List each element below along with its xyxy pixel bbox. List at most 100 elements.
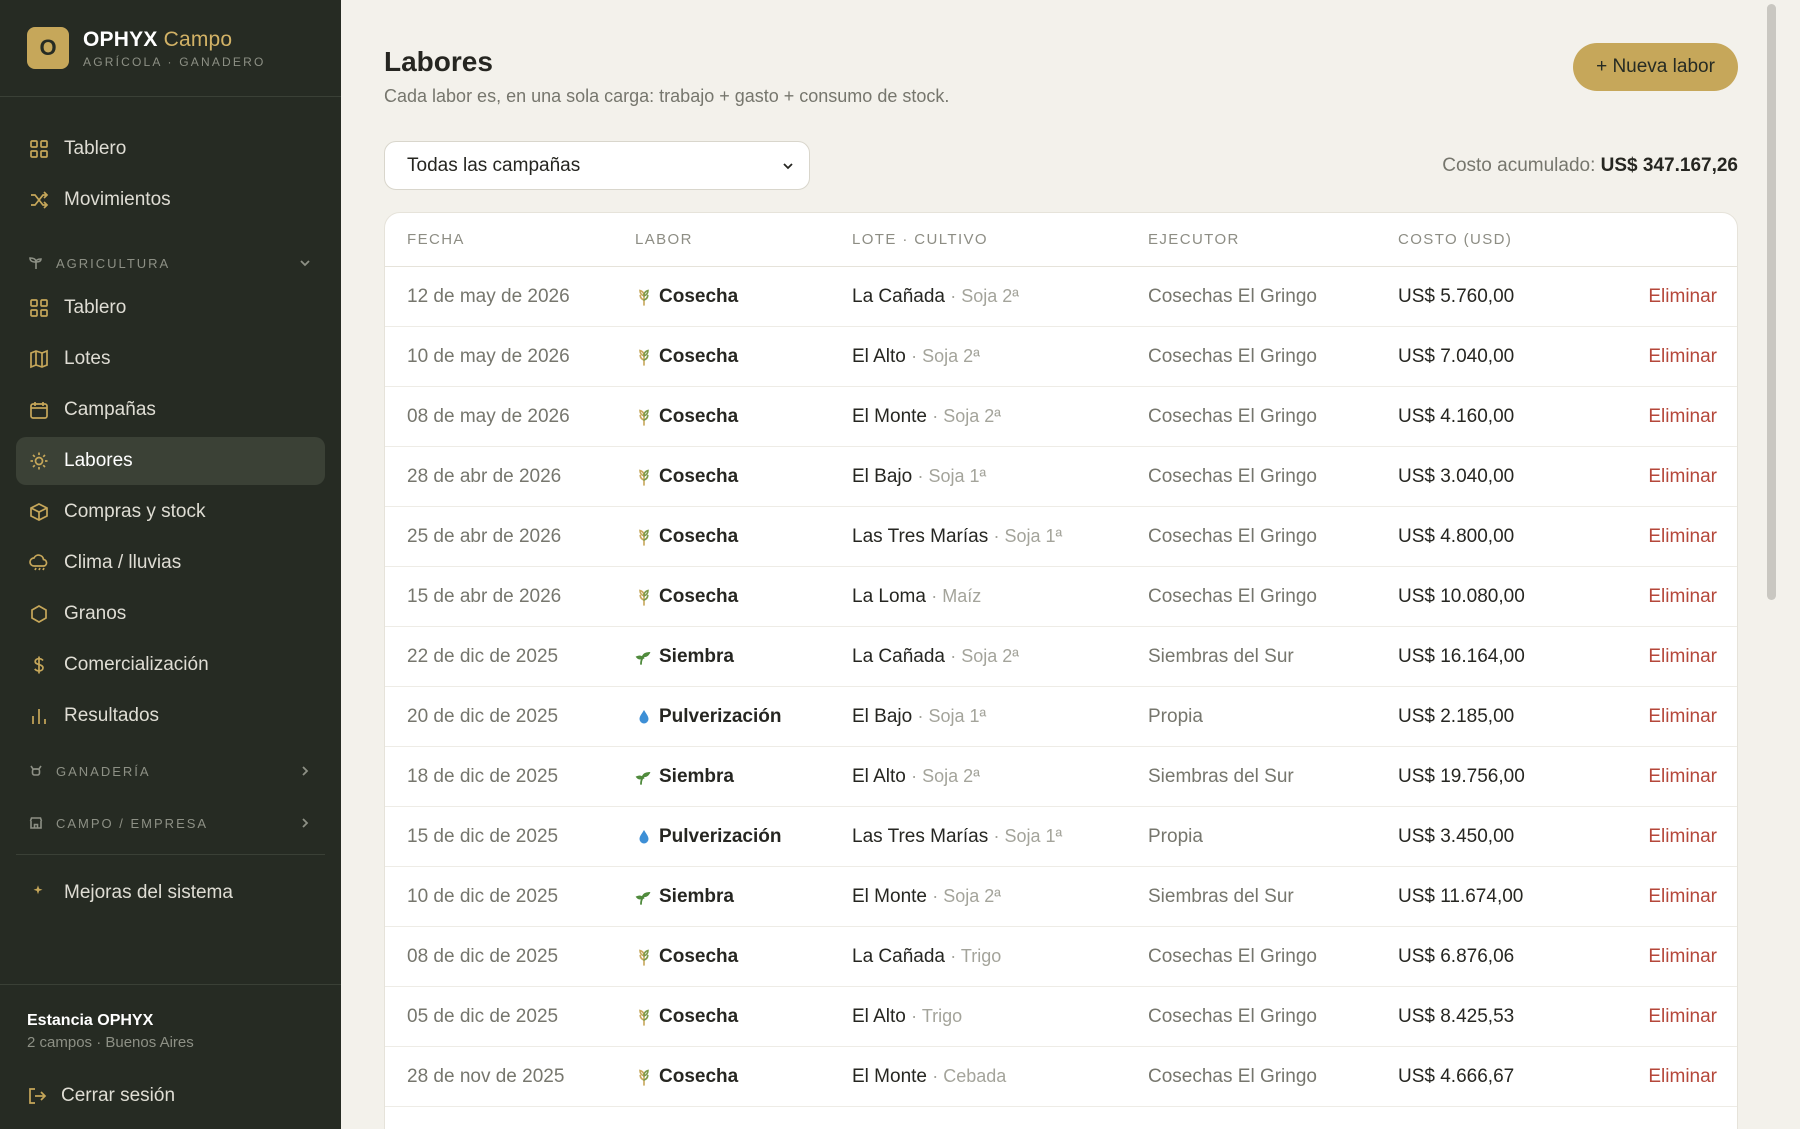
nav-item-tablero-general[interactable]: Tablero (16, 125, 325, 173)
droplet-icon (639, 709, 649, 723)
delete-button[interactable]: Eliminar (1598, 826, 1737, 848)
estancia-subtitle: 2 campos · Buenos Aires (27, 1034, 194, 1051)
shuffle-icon (31, 191, 49, 209)
cell-costo: US$ 5.760,00 (1398, 285, 1515, 307)
labores-table: FECHA LABOR LOTE · CULTIVO EJECUTOR COST… (384, 212, 1738, 1129)
section-ganaderia[interactable]: GANADERÍA (16, 750, 325, 792)
cell-lote-cultivo: El Alto · Soja 2ª (852, 346, 1148, 368)
cell-lote-cultivo: La Cañada · Trigo (852, 946, 1148, 968)
delete-button[interactable]: Eliminar (1598, 646, 1737, 668)
cell-ejecutor: Cosechas El Gringo (1148, 465, 1317, 487)
delete-button[interactable]: Eliminar (1598, 1066, 1737, 1088)
sidebar-divider (16, 854, 325, 855)
nav-item-movimientos[interactable]: Movimientos (16, 176, 325, 224)
cell-costo: US$ 16.164,00 (1398, 645, 1525, 667)
cell-ejecutor: Cosechas El Gringo (1148, 945, 1317, 967)
delete-button[interactable]: Eliminar (1598, 886, 1737, 908)
col-header-lote[interactable]: LOTE · CULTIVO (852, 231, 1148, 248)
section-label: CAMPO / EMPRESA (56, 815, 209, 831)
cell-ejecutor: Siembras del Sur (1148, 885, 1294, 907)
table-row[interactable]: 05 de dic de 2025 Cosecha El Alto · Trigo C… (385, 987, 1737, 1047)
table-row[interactable]: 08 de dic de 2025 Cosecha La Cañada · Trig… (385, 927, 1737, 987)
cell-ejecutor: Propia (1148, 825, 1203, 847)
delete-button[interactable]: Eliminar (1598, 766, 1737, 788)
cell-labor: Cosecha (635, 466, 852, 488)
table-row[interactable]: 25 de abr de 2026 Cosecha Las Tres Marías … (385, 507, 1737, 567)
table-row[interactable]: 18 de dic de 2025 Siembra El Alto · Soja 2… (385, 747, 1737, 807)
col-header-costo[interactable]: COSTO (USD) (1398, 231, 1598, 248)
nav-item-tablero[interactable]: Tablero (16, 284, 325, 332)
table-row[interactable]: 15 de abr de 2026 Cosecha La Loma · Maíz Co… (385, 567, 1737, 627)
cell-ejecutor: Cosechas El Gringo (1148, 285, 1317, 307)
cell-labor: Cosecha (635, 946, 852, 968)
nav-item-compras-stock[interactable]: Compras y stock (16, 488, 325, 536)
table-row[interactable]: 22 de dic de 2025 Siembra La Cañada · Soja… (385, 627, 1737, 687)
nav-item-labores[interactable]: Labores (16, 437, 325, 485)
cell-lote-cultivo: El Monte · Soja 2ª (852, 406, 1148, 428)
col-header-labor[interactable]: LABOR (635, 231, 852, 248)
cell-labor: Siembra (635, 886, 852, 908)
table-row[interactable]: 10 de dic de 2025 Siembra El Monte · Soja … (385, 867, 1737, 927)
nav-item-granos[interactable]: Granos (16, 590, 325, 638)
col-header-fecha[interactable]: FECHA (385, 231, 635, 248)
nav-item-campanas[interactable]: Campañas (16, 386, 325, 434)
logout-button[interactable]: Cerrar sesión (27, 1085, 314, 1107)
delete-button[interactable]: Eliminar (1598, 406, 1737, 428)
cell-fecha: 12 de may de 2026 (407, 285, 570, 307)
lote-name: La Cañada (852, 645, 945, 667)
wheat-icon (639, 1008, 649, 1026)
cell-labor: Cosecha (635, 586, 852, 608)
nav-label: Clima / lluvias (64, 552, 182, 573)
cell-ejecutor: Cosechas El Gringo (1148, 1005, 1317, 1027)
table-row[interactable]: 08 de may de 2026 Cosecha El Monte · Soja … (385, 387, 1737, 447)
cell-ejecutor: Siembras del Sur (1148, 645, 1294, 667)
nav-item-resultados[interactable]: Resultados (16, 692, 325, 740)
table-row[interactable]: 12 de may de 2026 Cosecha La Cañada · Soja… (385, 267, 1737, 327)
bar-chart-icon (32, 709, 46, 724)
labor-name: Cosecha (659, 465, 739, 487)
table-row[interactable]: 20 de dic de 2025 Pulverización El Bajo · … (385, 687, 1737, 747)
cultivo-name: · Soja 2ª (950, 645, 1019, 666)
table-row[interactable]: 10 de may de 2026 Cosecha El Alto · Soja 2… (385, 327, 1737, 387)
section-campo-empresa[interactable]: CAMPO / EMPRESA (16, 802, 325, 844)
cultivo-name: · Soja 2ª (932, 885, 1001, 906)
table-row[interactable]: 15 de dic de 2025 Pulverización Las Tres M… (385, 807, 1737, 867)
delete-button[interactable]: Eliminar (1598, 526, 1737, 548)
table-body: 12 de may de 2026 Cosecha La Cañada · Soja… (385, 267, 1737, 1107)
scrollbar-thumb[interactable] (1767, 4, 1776, 600)
nav-item-mejoras[interactable]: Mejoras del sistema (16, 869, 325, 917)
cell-lote-cultivo: Las Tres Marías · Soja 1ª (852, 826, 1148, 848)
wheat-icon (639, 1068, 649, 1086)
labor-name: Siembra (659, 885, 734, 907)
delete-button[interactable]: Eliminar (1598, 346, 1737, 368)
table-row[interactable]: 28 de nov de 2025 Cosecha El Monte · Cebad… (385, 1047, 1737, 1107)
section-agricultura[interactable]: AGRICULTURA (16, 242, 325, 284)
nav-item-lotes[interactable]: Lotes (16, 335, 325, 383)
delete-button[interactable]: Eliminar (1598, 1006, 1737, 1028)
cultivo-name: · Maíz (931, 585, 982, 606)
lote-name: El Alto (852, 345, 906, 367)
cultivo-name: · Soja 1ª (917, 465, 987, 486)
section-label: GANADERÍA (56, 763, 151, 779)
lote-name: La Loma (852, 585, 926, 607)
delete-button[interactable]: Eliminar (1598, 946, 1737, 968)
nav-item-clima[interactable]: Clima / lluvias (16, 539, 325, 587)
nav-label: Compras y stock (64, 501, 206, 522)
labor-name: Cosecha (659, 585, 739, 607)
campaign-select[interactable]: Todas las campañas (384, 141, 810, 190)
table-row[interactable]: 28 de abr de 2026 Cosecha El Bajo · Soja 1… (385, 447, 1737, 507)
delete-button[interactable]: Eliminar (1598, 286, 1737, 308)
delete-button[interactable]: Eliminar (1598, 586, 1737, 608)
cell-labor: Pulverización (635, 706, 852, 728)
brand[interactable]: O OPHYX Campo AGRÍCOLA · GANADERO (0, 0, 341, 97)
delete-button[interactable]: Eliminar (1598, 706, 1737, 728)
nav-label: Resultados (64, 705, 160, 726)
cell-lote-cultivo: La Loma · Maíz (852, 586, 1148, 608)
delete-button[interactable]: Eliminar (1598, 466, 1737, 488)
brand-subtitle: AGRÍCOLA · GANADERO (83, 54, 266, 69)
cell-lote-cultivo: El Alto · Trigo (852, 1006, 1148, 1028)
cell-labor: Pulverización (635, 826, 852, 848)
col-header-ejecutor[interactable]: EJECUTOR (1148, 231, 1398, 248)
nav-item-comercializacion[interactable]: Comercialización (16, 641, 325, 689)
new-labor-button[interactable]: + Nueva labor (1573, 43, 1738, 91)
